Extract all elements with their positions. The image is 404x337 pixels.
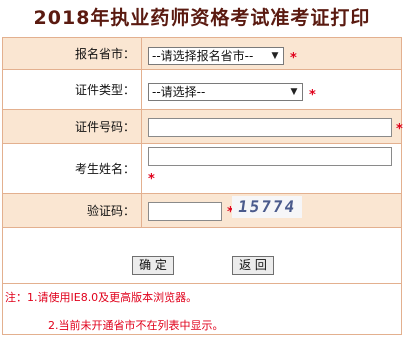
province-label: 报名省市： — [3, 38, 142, 69]
name-required-mark: * — [148, 172, 155, 187]
id-number-label: 证件号码： — [3, 110, 142, 143]
id-type-select-value: --请选择-- — [152, 85, 206, 99]
note-province: 2.当前未开通省市不在列表中显示。 — [48, 319, 224, 332]
id-number-required-mark: * — [396, 122, 403, 137]
note-browser: 注：1.请使用IE8.0及更高版本浏览器。 — [5, 291, 198, 304]
page-title: 2018年执业药师资格考试准考证打印 — [33, 7, 371, 29]
captcha-image-text: 15774 — [236, 197, 298, 216]
captcha-image[interactable]: 15774 — [232, 196, 302, 218]
captcha-input[interactable] — [148, 202, 222, 221]
province-required-mark: * — [290, 51, 297, 66]
id-type-select[interactable]: --请选择-- ▼ — [148, 83, 303, 101]
province-select-value: --请选择报名省市-- — [152, 49, 254, 63]
province-select[interactable]: --请选择报名省市-- ▼ — [148, 47, 284, 65]
back-button[interactable]: 返 回 — [232, 256, 274, 275]
id-type-required-mark: * — [309, 88, 316, 103]
chevron-down-icon: ▼ — [271, 51, 279, 61]
name-label: 考生姓名： — [3, 144, 142, 193]
captcha-label: 验证码： — [3, 194, 142, 227]
name-input[interactable] — [148, 147, 392, 166]
id-number-input[interactable] — [148, 118, 392, 137]
confirm-button[interactable]: 确 定 — [132, 256, 174, 275]
notes-section: 注：1.请使用IE8.0及更高版本浏览器。 2.当前未开通省市不在列表中显示。 — [3, 283, 401, 334]
id-type-label: 证件类型： — [3, 70, 142, 109]
chevron-down-icon: ▼ — [290, 87, 298, 97]
